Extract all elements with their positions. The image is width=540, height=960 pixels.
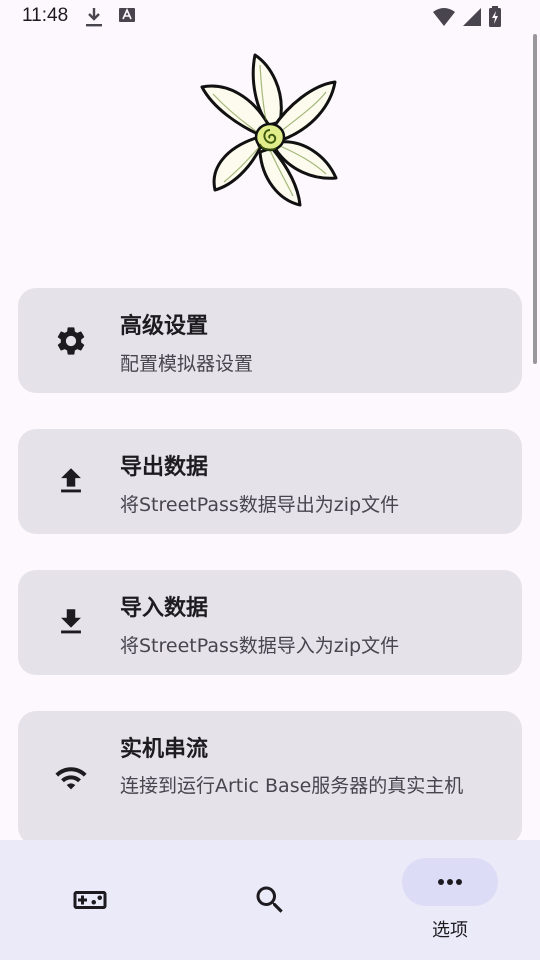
nav-item-options[interactable]: 选项 (360, 840, 540, 960)
wifi-icon (432, 7, 456, 31)
card-title: 导出数据 (120, 455, 209, 480)
card-description: 将StreetPass数据导入为zip文件 (120, 635, 400, 657)
card-title: 导入数据 (120, 596, 209, 621)
bottom-navigation: 选项 (0, 840, 540, 960)
more-icon (432, 864, 468, 904)
nav-label: 选项 (432, 920, 468, 941)
export-data-card[interactable]: 导出数据 将StreetPass数据导出为zip文件 (18, 429, 522, 534)
signal-icon (462, 7, 482, 31)
nav-item-search[interactable] (180, 840, 360, 960)
status-bar: 11:48 (0, 0, 540, 34)
card-description: 将StreetPass数据导出为zip文件 (120, 494, 400, 516)
download-icon (84, 6, 104, 32)
artic-base-card[interactable]: 实机串流 连接到运行Artic Base服务器的真实主机 (18, 711, 522, 845)
import-data-card[interactable]: 导入数据 将StreetPass数据导入为zip文件 (18, 570, 522, 675)
font-icon (118, 6, 136, 32)
card-description: 配置模拟器设置 (120, 353, 254, 375)
advanced-settings-card[interactable]: 高级设置 配置模拟器设置 (18, 288, 522, 393)
card-title: 实机串流 (120, 737, 209, 762)
upload-icon (54, 464, 88, 498)
nav-item-games[interactable] (0, 840, 180, 960)
card-title: 高级设置 (120, 314, 209, 339)
gamepad-icon (72, 882, 108, 922)
gear-icon (54, 324, 88, 358)
card-description: 连接到运行Artic Base服务器的真实主机 (120, 775, 464, 797)
wifi-icon (54, 761, 88, 795)
battery-charging-icon (488, 6, 502, 32)
download-icon (54, 605, 88, 639)
status-time: 11:48 (22, 5, 69, 26)
scrollbar[interactable] (533, 34, 537, 364)
search-icon (252, 882, 288, 922)
flower-logo (198, 50, 340, 208)
